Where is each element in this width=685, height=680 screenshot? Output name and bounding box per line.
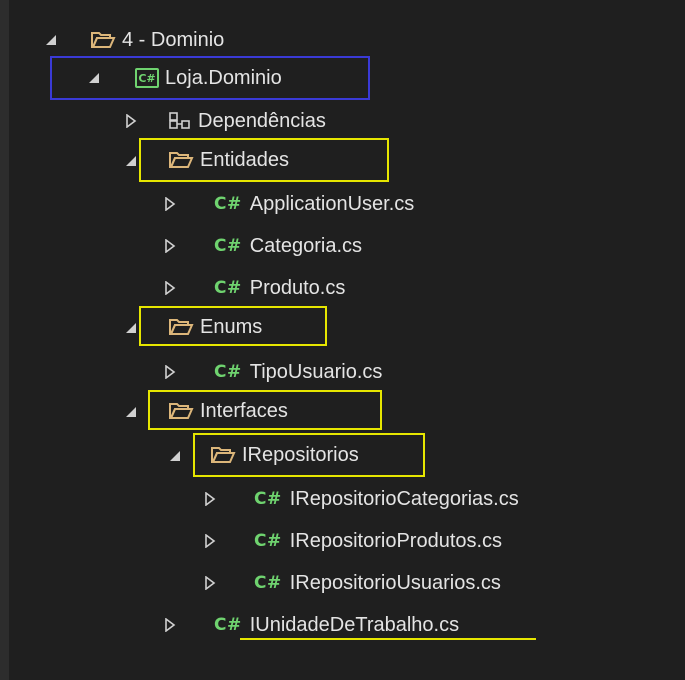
tree-item-file[interactable]: C# TipoUsuario.cs — [214, 352, 382, 392]
expanded-caret-icon[interactable] — [44, 33, 58, 47]
collapsed-caret-icon[interactable] — [163, 618, 177, 632]
csharp-file-icon: C# — [214, 236, 242, 256]
expanded-caret-icon[interactable] — [124, 321, 138, 335]
collapsed-caret-icon[interactable] — [163, 239, 177, 253]
tree-item-file[interactable]: C# IRepositorioProdutos.cs — [254, 521, 502, 561]
file-label: TipoUsuario.cs — [249, 360, 383, 383]
file-label: IRepositorioProdutos.cs — [289, 529, 503, 552]
csharp-project-icon: C# — [135, 68, 159, 88]
file-label: Produto.cs — [249, 276, 346, 299]
folder-label: Interfaces — [200, 399, 288, 422]
project-label: Loja.Dominio — [165, 66, 282, 89]
folder-label: IRepositorios — [242, 443, 359, 466]
tree-item-enums[interactable]: Enums — [168, 307, 262, 347]
file-underline-highlight — [240, 638, 536, 640]
collapsed-caret-icon[interactable] — [124, 114, 138, 128]
file-label: ApplicationUser.cs — [249, 192, 415, 215]
collapsed-caret-icon[interactable] — [203, 492, 217, 506]
csharp-file-icon: C# — [214, 615, 242, 635]
solution-explorer-tree: 4 - Dominio C# Loja.Dominio Dependências… — [0, 0, 685, 680]
collapsed-caret-icon[interactable] — [203, 534, 217, 548]
tree-item-domain-folder[interactable]: 4 - Dominio — [90, 20, 224, 60]
file-label: Categoria.cs — [249, 234, 363, 257]
file-label: IRepositorioCategorias.cs — [289, 487, 519, 510]
expanded-caret-icon[interactable] — [87, 71, 101, 85]
tree-item-interfaces[interactable]: Interfaces — [168, 391, 288, 431]
tree-item-file[interactable]: C# IRepositorioUsuarios.cs — [254, 563, 501, 603]
csharp-file-icon: C# — [214, 362, 242, 382]
expanded-caret-icon[interactable] — [168, 449, 182, 463]
open-folder-icon — [90, 30, 116, 50]
collapsed-caret-icon[interactable] — [163, 281, 177, 295]
expanded-caret-icon[interactable] — [124, 405, 138, 419]
tree-item-entidades[interactable]: Entidades — [168, 140, 289, 180]
folder-label: Entidades — [200, 148, 289, 171]
tree-item-file[interactable]: C# Produto.cs — [214, 268, 345, 308]
file-label: IUnidadeDeTrabalho.cs — [249, 613, 460, 636]
open-folder-icon — [168, 401, 194, 421]
file-label: IRepositorioUsuarios.cs — [289, 571, 501, 594]
open-folder-icon — [168, 150, 194, 170]
csharp-file-icon: C# — [254, 489, 282, 509]
open-folder-icon — [168, 317, 194, 337]
folder-label: Enums — [200, 315, 263, 338]
open-folder-icon — [210, 445, 236, 465]
csharp-file-icon: C# — [214, 278, 242, 298]
tree-item-project[interactable]: C# Loja.Dominio — [135, 58, 282, 98]
folder-label: 4 - Dominio — [122, 28, 225, 51]
csharp-file-icon: C# — [254, 573, 282, 593]
collapsed-caret-icon[interactable] — [163, 365, 177, 379]
tree-item-file[interactable]: C# ApplicationUser.cs — [214, 184, 414, 224]
expanded-caret-icon[interactable] — [124, 154, 138, 168]
tree-item-file[interactable]: C# Categoria.cs — [214, 226, 362, 266]
dependencies-label: Dependências — [198, 109, 326, 132]
tree-item-irepositorios[interactable]: IRepositorios — [210, 435, 359, 475]
tree-item-dependencies[interactable]: Dependências — [168, 101, 326, 141]
csharp-file-icon: C# — [214, 194, 242, 214]
csharp-file-icon: C# — [254, 531, 282, 551]
collapsed-caret-icon[interactable] — [203, 576, 217, 590]
tree-item-file[interactable]: C# IRepositorioCategorias.cs — [254, 479, 519, 519]
dependencies-icon — [168, 111, 192, 131]
collapsed-caret-icon[interactable] — [163, 197, 177, 211]
